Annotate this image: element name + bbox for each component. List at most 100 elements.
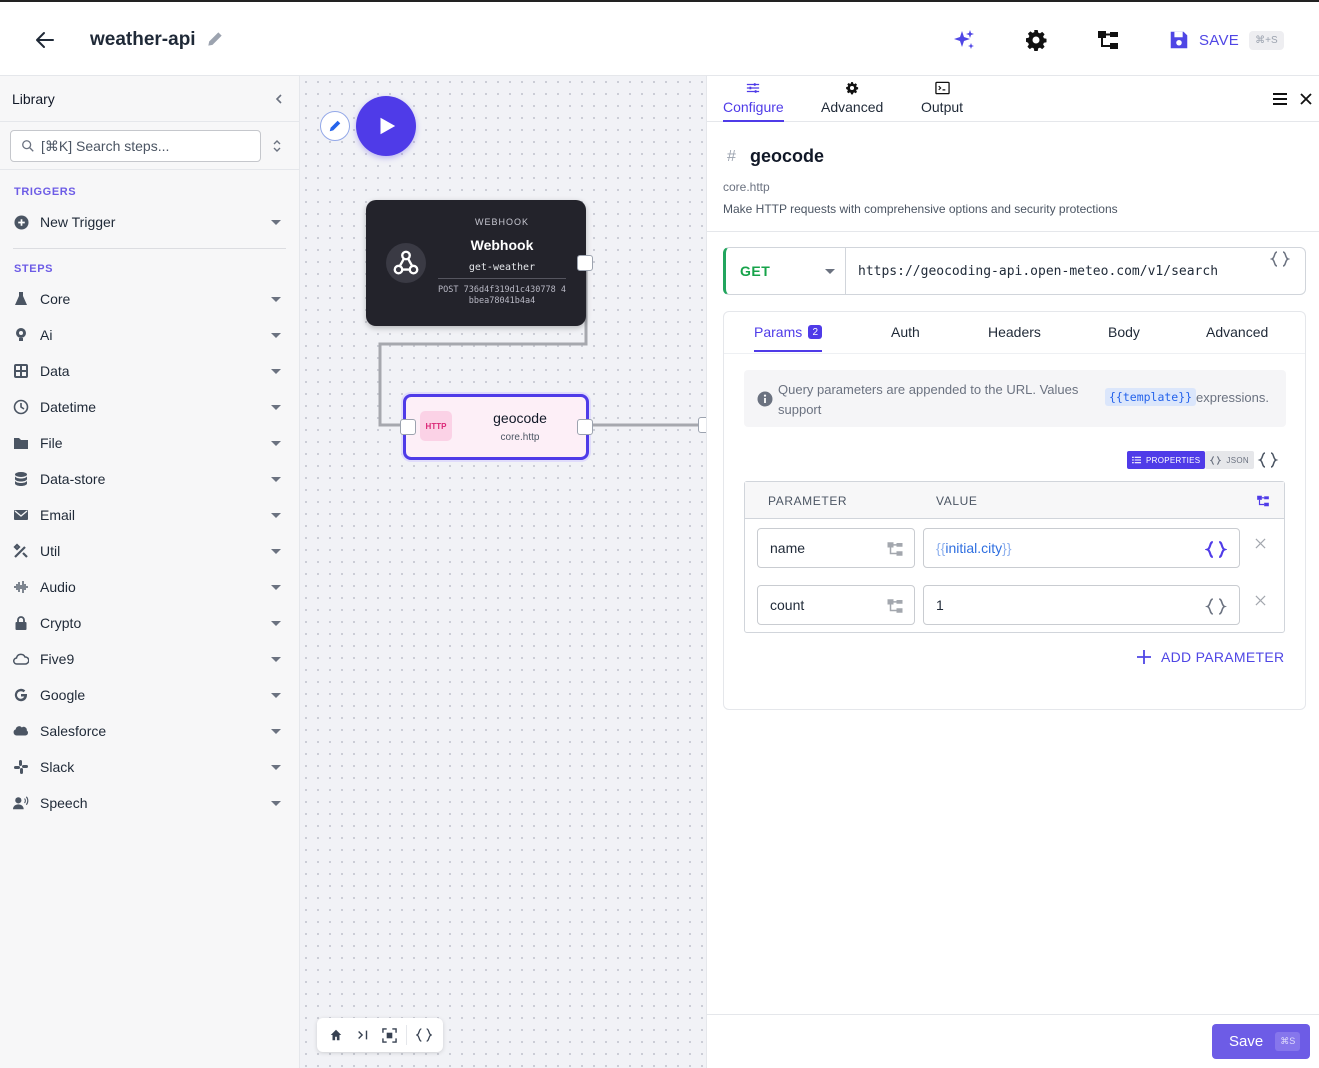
webhook-output-handle[interactable]	[577, 255, 593, 271]
properties-mode-button[interactable]: PROPERTIES	[1127, 451, 1206, 469]
webhook-node[interactable]: WEBHOOK Webhook get-weather POST 736d4f3…	[366, 200, 593, 326]
close-icon[interactable]	[1299, 92, 1313, 106]
table-icon	[13, 363, 29, 379]
step-category-slack[interactable]: Slack	[0, 749, 299, 785]
add-parameter-button[interactable]: ADD PARAMETER	[1136, 646, 1284, 668]
step-category-email[interactable]: Email	[0, 497, 299, 533]
http-badge: HTTP	[420, 411, 452, 441]
pencil-icon[interactable]	[205, 29, 225, 49]
template-open-braces: {{	[936, 540, 946, 556]
step-category-label: Slack	[40, 759, 75, 775]
sort-icon[interactable]	[271, 137, 283, 155]
param-name-input[interactable]	[770, 540, 870, 556]
fit-right-icon[interactable]	[353, 1025, 373, 1045]
variable-tree-icon[interactable]	[886, 540, 904, 558]
braces-icon[interactable]	[1269, 248, 1291, 270]
tab-configure[interactable]: Configure	[723, 81, 784, 122]
step-category-label: Speech	[40, 795, 88, 811]
database-icon	[13, 471, 29, 487]
braces-icon[interactable]	[1205, 595, 1227, 617]
tab-advanced-request[interactable]: Advanced	[1206, 324, 1268, 340]
step-category-ai[interactable]: Ai	[0, 317, 299, 353]
tab-label: Headers	[988, 324, 1041, 340]
http-input-handle[interactable]	[400, 419, 416, 435]
tab-output[interactable]: Output	[921, 81, 963, 122]
webhook-node-name: Webhook	[470, 237, 534, 253]
back-arrow-icon[interactable]	[33, 28, 57, 52]
sparkles-icon[interactable]	[952, 28, 976, 52]
param-name-input[interactable]	[770, 597, 870, 613]
home-icon[interactable]	[326, 1025, 346, 1045]
step-category-data-store[interactable]: Data-store	[0, 461, 299, 497]
workflow-canvas[interactable]: WEBHOOK Webhook get-weather POST 736d4f3…	[300, 76, 706, 1068]
fit-view-icon[interactable]	[379, 1025, 399, 1045]
params-count-badge: 2	[808, 325, 823, 339]
braces-icon[interactable]	[414, 1025, 434, 1045]
step-category-audio[interactable]: Audio	[0, 569, 299, 605]
step-description: Make HTTP requests with comprehensive op…	[723, 202, 1118, 216]
save-button[interactable]: SAVE ⌘+S	[1168, 26, 1284, 54]
panel-footer: Save ⌘S	[707, 1014, 1319, 1068]
http-node[interactable]: HTTP geocode core.http	[400, 394, 593, 460]
tree-icon[interactable]	[1096, 28, 1120, 52]
edit-mode-button[interactable]	[320, 111, 350, 141]
chevron-down-icon	[271, 728, 281, 734]
tab-label: Body	[1108, 324, 1140, 340]
step-name[interactable]: geocode	[750, 146, 824, 167]
envelope-icon	[13, 507, 29, 523]
params-table: PARAMETER VALUE {{initial.city}}	[744, 481, 1285, 633]
tab-params[interactable]: Params 2	[754, 324, 823, 352]
step-category-five9[interactable]: Five9	[0, 641, 299, 677]
variable-tree-icon[interactable]	[886, 597, 904, 615]
remove-param-icon[interactable]	[1252, 592, 1268, 608]
google-icon	[13, 687, 29, 703]
step-category-file[interactable]: File	[0, 425, 299, 461]
braces-icon[interactable]	[1205, 538, 1227, 560]
tab-auth[interactable]: Auth	[891, 324, 920, 340]
remove-param-icon[interactable]	[1252, 535, 1268, 551]
step-category-salesforce[interactable]: Salesforce	[0, 713, 299, 749]
step-category-label: Audio	[40, 579, 76, 595]
search-input[interactable]	[41, 137, 241, 154]
step-category-label: File	[40, 435, 63, 451]
chevron-down-icon	[271, 296, 281, 302]
step-category-datetime[interactable]: Datetime	[0, 389, 299, 425]
step-category-crypto[interactable]: Crypto	[0, 605, 299, 641]
param-value-input[interactable]	[936, 597, 1036, 613]
next-node-handle[interactable]	[698, 417, 706, 433]
canvas-toolbar	[317, 1018, 443, 1052]
step-category-label: Google	[40, 687, 86, 703]
params-table-header: PARAMETER VALUE	[745, 482, 1284, 519]
tab-advanced[interactable]: Advanced	[821, 81, 883, 122]
list-icon	[1132, 456, 1141, 464]
chevron-left-icon[interactable]	[271, 91, 287, 107]
step-category-google[interactable]: Google	[0, 677, 299, 713]
step-category-util[interactable]: Util	[0, 533, 299, 569]
step-category-data[interactable]: Data	[0, 353, 299, 389]
http-output-handle[interactable]	[577, 419, 593, 435]
step-category-speech[interactable]: Speech	[0, 785, 299, 821]
params-info-box: Query parameters are appended to the URL…	[744, 370, 1286, 427]
info-icon	[757, 391, 773, 407]
menu-icon[interactable]	[1272, 92, 1288, 106]
tab-body[interactable]: Body	[1108, 324, 1140, 340]
json-mode-button[interactable]: JSON	[1205, 451, 1254, 469]
step-category-core[interactable]: Core	[0, 281, 299, 317]
step-category-label: Ai	[40, 327, 53, 343]
tree-icon[interactable]	[1256, 494, 1270, 508]
braces-icon[interactable]	[1256, 449, 1280, 471]
method-select[interactable]: GET	[726, 248, 846, 294]
url-input[interactable]	[858, 263, 1258, 279]
chevron-down-icon	[271, 764, 281, 770]
new-trigger-item[interactable]: New Trigger	[0, 204, 299, 240]
gear-icon[interactable]	[1024, 28, 1048, 52]
param-value-field[interactable]: {{initial.city}}	[923, 528, 1240, 568]
param-value-template: {{initial.city}}	[936, 540, 1012, 556]
tab-headers[interactable]: Headers	[988, 324, 1041, 340]
request-url-row: GET	[723, 247, 1306, 295]
json-label: JSON	[1226, 455, 1249, 465]
step-category-label: Datetime	[40, 399, 97, 415]
save-step-button[interactable]: Save ⌘S	[1212, 1024, 1310, 1059]
run-workflow-button[interactable]	[356, 96, 416, 156]
chevron-down-icon	[271, 332, 281, 338]
